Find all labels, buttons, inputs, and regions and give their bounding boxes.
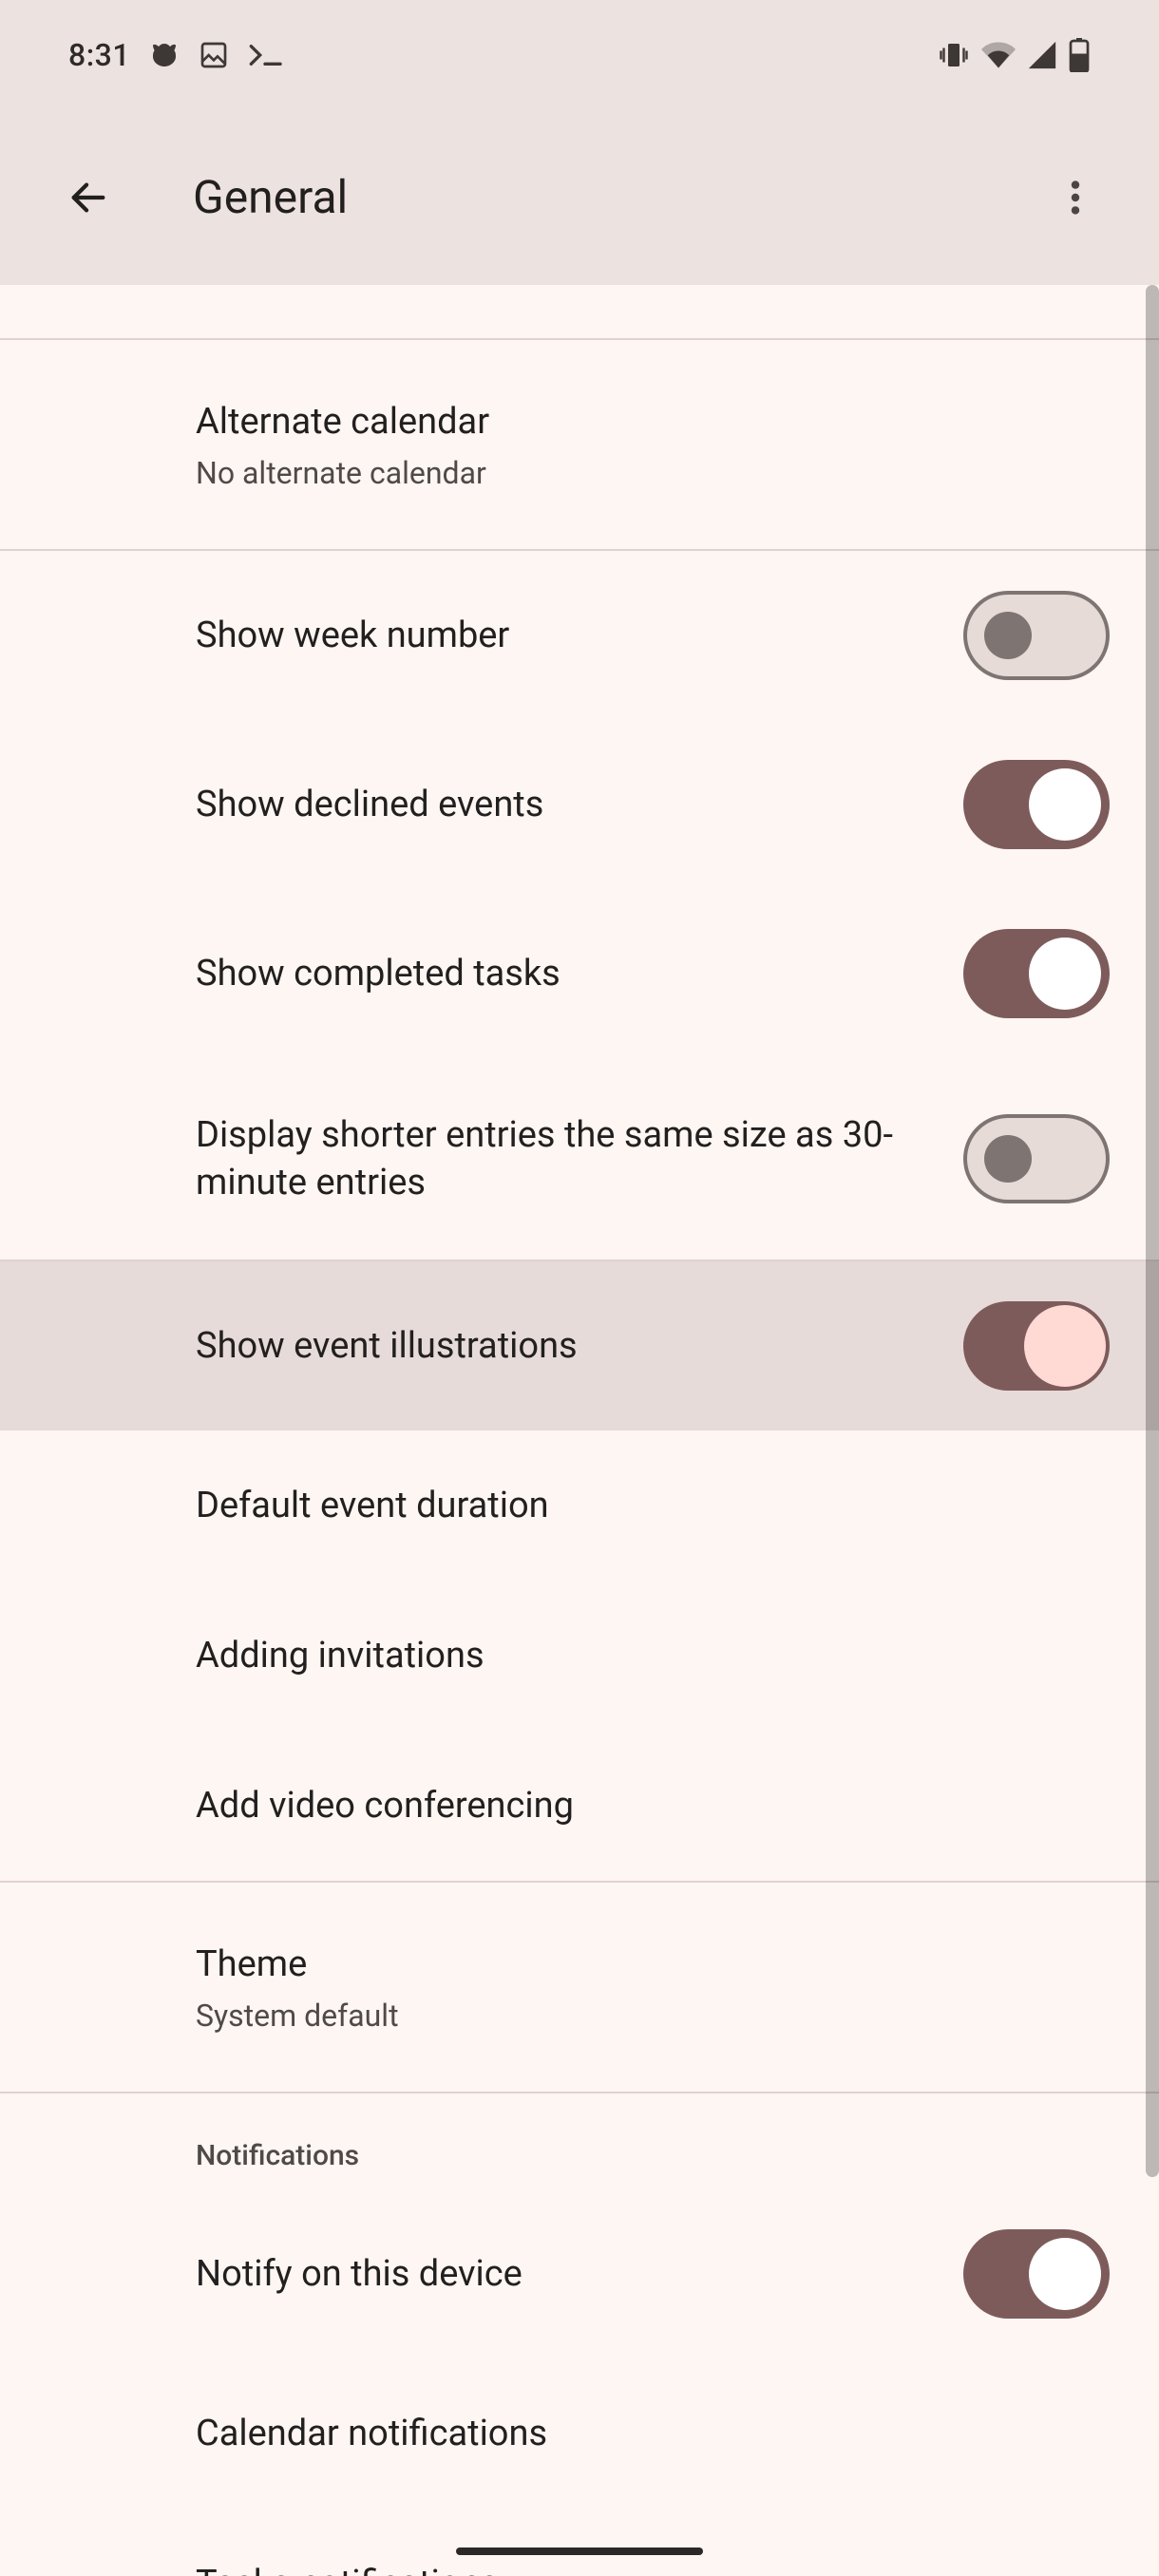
setting-add-video-conferencing[interactable]: Add video conferencing: [0, 1731, 1159, 1881]
setting-title: Show declined events: [196, 781, 963, 828]
setting-title: Show event illustrations: [196, 1322, 963, 1370]
setting-title: Adding invitations: [196, 1632, 1110, 1679]
back-button[interactable]: [52, 161, 124, 234]
setting-default-event-duration[interactable]: Default event duration: [0, 1430, 1159, 1581]
toggle-notify-on-this-device[interactable]: [963, 2229, 1110, 2319]
terminal-icon: [246, 40, 284, 70]
setting-title: Notify on this device: [196, 2250, 963, 2298]
more-menu-button[interactable]: [1039, 161, 1112, 234]
toggle-show-declined-events[interactable]: [963, 760, 1110, 849]
setting-title: Alternate calendar: [196, 398, 1110, 445]
setting-show-event-illustrations[interactable]: Show event illustrations: [0, 1261, 1159, 1430]
setting-title: Display shorter entries the same size as…: [196, 1111, 963, 1206]
toggle-shorter-entries[interactable]: [963, 1114, 1110, 1203]
setting-title: Show completed tasks: [196, 950, 963, 997]
nav-handle[interactable]: [456, 2548, 703, 2555]
image-icon: [199, 40, 229, 70]
setting-show-completed-tasks[interactable]: Show completed tasks: [0, 889, 1159, 1058]
setting-title: Add video conferencing: [196, 1782, 1110, 1829]
setting-notify-on-this-device[interactable]: Notify on this device: [0, 2189, 1159, 2358]
setting-title: Default event duration: [196, 1482, 1110, 1529]
appbar: General: [0, 109, 1159, 285]
statusbar-right: [937, 38, 1091, 72]
cat-icon: [147, 38, 181, 72]
battery-icon: [1068, 38, 1091, 72]
more-vert-icon: [1054, 176, 1097, 219]
arrow-back-icon: [66, 176, 110, 219]
setting-tasks-notifications[interactable]: Tasks notifications: [0, 2509, 1159, 2576]
setting-subtitle: System default: [196, 1998, 1110, 2034]
toggle-show-event-illustrations[interactable]: [963, 1301, 1110, 1391]
signal-icon: [1026, 39, 1058, 71]
setting-title: Calendar notifications: [196, 2410, 1110, 2457]
setting-calendar-notifications[interactable]: Calendar notifications: [0, 2358, 1159, 2509]
statusbar-left: 8:31: [68, 37, 284, 73]
setting-theme[interactable]: Theme System default: [0, 1883, 1159, 2092]
toggle-show-completed-tasks[interactable]: [963, 929, 1110, 1018]
section-header-notifications: Notifications: [0, 2093, 1159, 2189]
wifi-icon: [980, 38, 1016, 72]
setting-show-week-number[interactable]: Show week number: [0, 551, 1159, 720]
setting-row-partial-top[interactable]: [0, 285, 1159, 338]
vibrate-icon: [937, 38, 971, 72]
setting-subtitle: No alternate calendar: [196, 455, 1110, 491]
setting-show-declined-events[interactable]: Show declined events: [0, 720, 1159, 889]
statusbar-time: 8:31: [68, 37, 130, 73]
page-title: General: [193, 170, 1039, 224]
setting-title: Tasks notifications: [196, 2560, 1110, 2576]
scroll-area: Alternate calendar No alternate calendar…: [0, 285, 1159, 2576]
setting-shorter-entries[interactable]: Display shorter entries the same size as…: [0, 1058, 1159, 1260]
toggle-show-week-number[interactable]: [963, 591, 1110, 680]
setting-alternate-calendar[interactable]: Alternate calendar No alternate calendar: [0, 340, 1159, 549]
scrollbar-thumb[interactable]: [1146, 285, 1159, 2177]
statusbar: 8:31: [0, 0, 1159, 109]
setting-adding-invitations[interactable]: Adding invitations: [0, 1581, 1159, 1731]
setting-title: Show week number: [196, 612, 963, 659]
setting-title: Theme: [196, 1941, 1110, 1988]
settings-content: Alternate calendar No alternate calendar…: [0, 285, 1159, 2576]
